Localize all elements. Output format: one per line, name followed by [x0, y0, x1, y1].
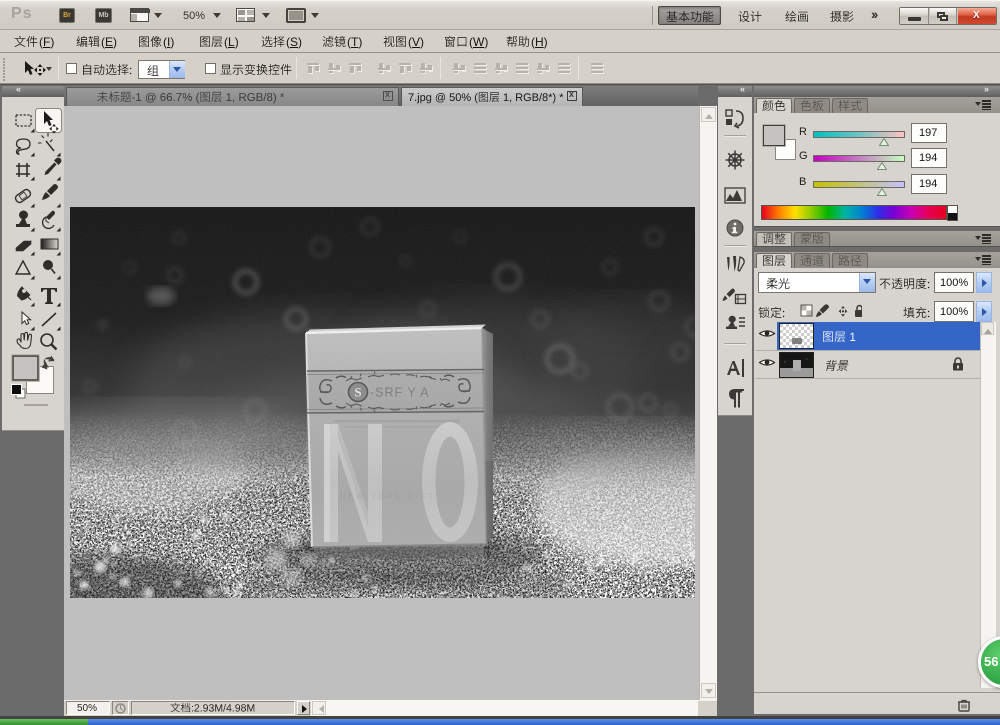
svg-text:S: S: [354, 385, 361, 400]
svg-text:-SRF Y A: -SRF Y A: [370, 386, 430, 400]
svg-text:NEW YEAR GIFT: NEW YEAR GIFT: [340, 492, 435, 501]
